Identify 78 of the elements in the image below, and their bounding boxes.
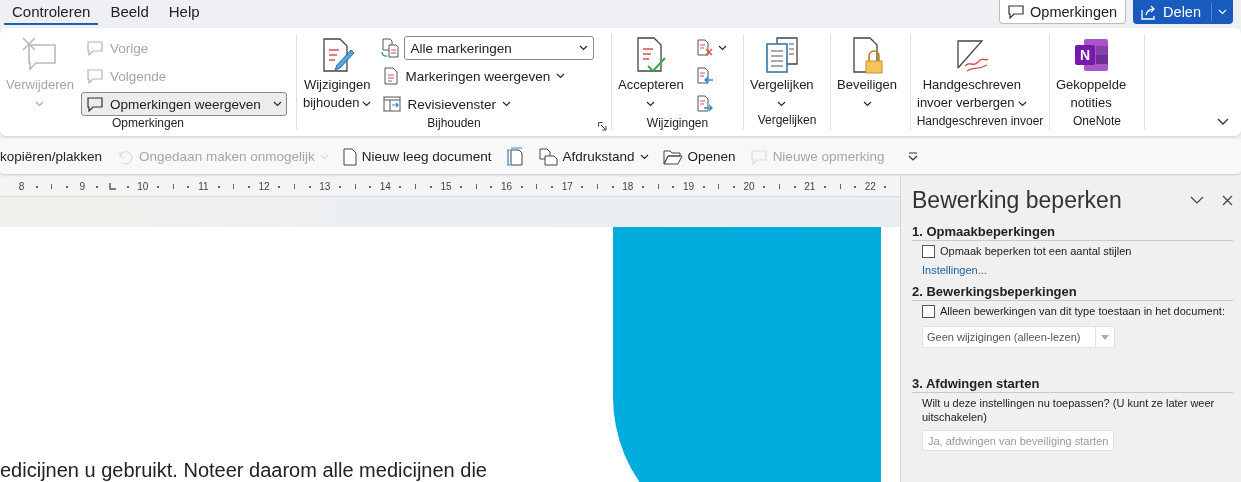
ruler-number: 20	[742, 181, 756, 192]
ribbon-button[interactable]: Opmerkingen weergeven	[80, 92, 287, 116]
ribbon-button[interactable]: Vergelijken	[747, 34, 817, 110]
pane-title: Bewerking beperken	[912, 186, 1123, 214]
checkbox[interactable]	[922, 245, 935, 258]
dialog-launcher-icon[interactable]	[598, 122, 607, 131]
ruler-number: 8	[17, 181, 26, 192]
share-icon	[1141, 4, 1158, 20]
ruler-number: 9	[78, 181, 86, 192]
group-label: Handgeschreven invoer	[916, 114, 1044, 128]
ruler-number: 18	[621, 181, 635, 192]
section-heading: 3. Afdwingen starten	[912, 376, 1233, 393]
document-text: edicijnen u gebruikt. Noteer daarom alle medicijnen die	[0, 458, 487, 482]
markup-dropdown[interactable]: Alle markeringen	[404, 36, 595, 60]
toolbar-button[interactable]: Openen	[662, 148, 736, 165]
settings-link[interactable]: Instellingen...	[912, 264, 987, 276]
undo-icon	[116, 148, 135, 165]
ribbon-button[interactable]: Revisievenster	[378, 92, 595, 116]
document-icon	[383, 67, 400, 85]
ribbon-button[interactable]: Accepteren	[615, 34, 687, 116]
section-description: Wilt u deze instellingen nu toepassen? (U kunt ze later weer uitschakelen)	[921, 396, 1216, 424]
ruler-number: 19	[681, 181, 695, 192]
comment-icon	[85, 40, 104, 56]
page-icon	[342, 147, 357, 166]
customize-toolbar-icon[interactable]	[908, 152, 919, 161]
share-button[interactable]: Delen	[1133, 0, 1233, 24]
ruler-number: 22	[863, 181, 877, 192]
checkbox-label: Alleen bewerkingen van dit type toestaan in het document:	[940, 304, 1225, 318]
ruler-number: 15	[439, 181, 453, 192]
comment-icon	[749, 148, 768, 165]
documents-icon	[380, 38, 401, 58]
pane-icon	[383, 96, 402, 112]
comment-icon	[85, 68, 104, 84]
ribbon-button[interactable]: Wijzigingen bijhouden	[300, 34, 375, 116]
ribbon-tab[interactable]: Controleren	[4, 0, 99, 25]
logo-letter: N	[1080, 47, 1091, 63]
close-icon[interactable]	[1222, 194, 1233, 206]
comment-icon	[1008, 4, 1025, 19]
section-heading: 1. Opmaakbeperkingen	[912, 224, 1233, 241]
collapse-ribbon-icon[interactable]	[1217, 118, 1229, 126]
dropdown-arrow-icon	[1101, 334, 1109, 340]
ruler-number: 13	[318, 181, 332, 192]
checkbox-label: Opmaak beperken tot een aantal stijlen	[940, 244, 1132, 258]
ribbon-button[interactable]: Handgeschreven invoer verbergen	[914, 34, 1030, 112]
group-label: Opmerkingen	[111, 116, 184, 130]
toolbar-button[interactable]: kopiëren/plakken	[0, 149, 103, 164]
indent-marker-icon[interactable]	[109, 183, 116, 190]
group-label: Bijhouden	[427, 116, 481, 130]
ruler-number: 11	[197, 181, 210, 192]
ruler-number: 10	[136, 181, 150, 192]
folder-icon	[662, 148, 683, 165]
comments-button[interactable]: Opmerkingen	[999, 0, 1127, 24]
ribbon-button[interactable]: Beveiligen	[834, 34, 900, 110]
ribbon-tab[interactable]: Beeld	[102, 0, 157, 25]
toolbar-button[interactable]	[505, 146, 524, 167]
page-orientation-icon	[537, 147, 558, 166]
page-margins-icon	[505, 146, 524, 167]
pane-options-icon[interactable]	[1190, 195, 1204, 205]
ribbon-button[interactable]: Markeringen weergeven	[378, 64, 595, 88]
ribbon-tab[interactable]: Help	[160, 0, 208, 25]
ribbon-button[interactable]: N Gekoppelde notities	[1053, 34, 1130, 112]
toolbar-button[interactable]: Nieuw leeg document	[342, 147, 492, 166]
comment-icon	[85, 96, 104, 112]
comment-delete-icon	[20, 36, 59, 74]
section-heading: 2. Bewerkingsbeperkingen	[912, 284, 1233, 301]
group-label: Vergelijken	[757, 113, 817, 127]
group-label: OneNote	[1073, 114, 1121, 128]
group-label: Wijzigingen	[646, 116, 709, 130]
document-next-icon	[695, 95, 714, 113]
ruler-number: 21	[803, 181, 817, 192]
document-reject-icon	[695, 39, 714, 57]
ruler-number: 16	[500, 181, 514, 192]
checkbox[interactable]	[922, 305, 935, 318]
ruler-number: 14	[378, 181, 392, 192]
ruler-number: 17	[560, 181, 574, 192]
toolbar-button[interactable]: Afdrukstand	[537, 147, 649, 166]
document-previous-icon	[695, 67, 714, 85]
ruler-number: 12	[257, 181, 271, 192]
